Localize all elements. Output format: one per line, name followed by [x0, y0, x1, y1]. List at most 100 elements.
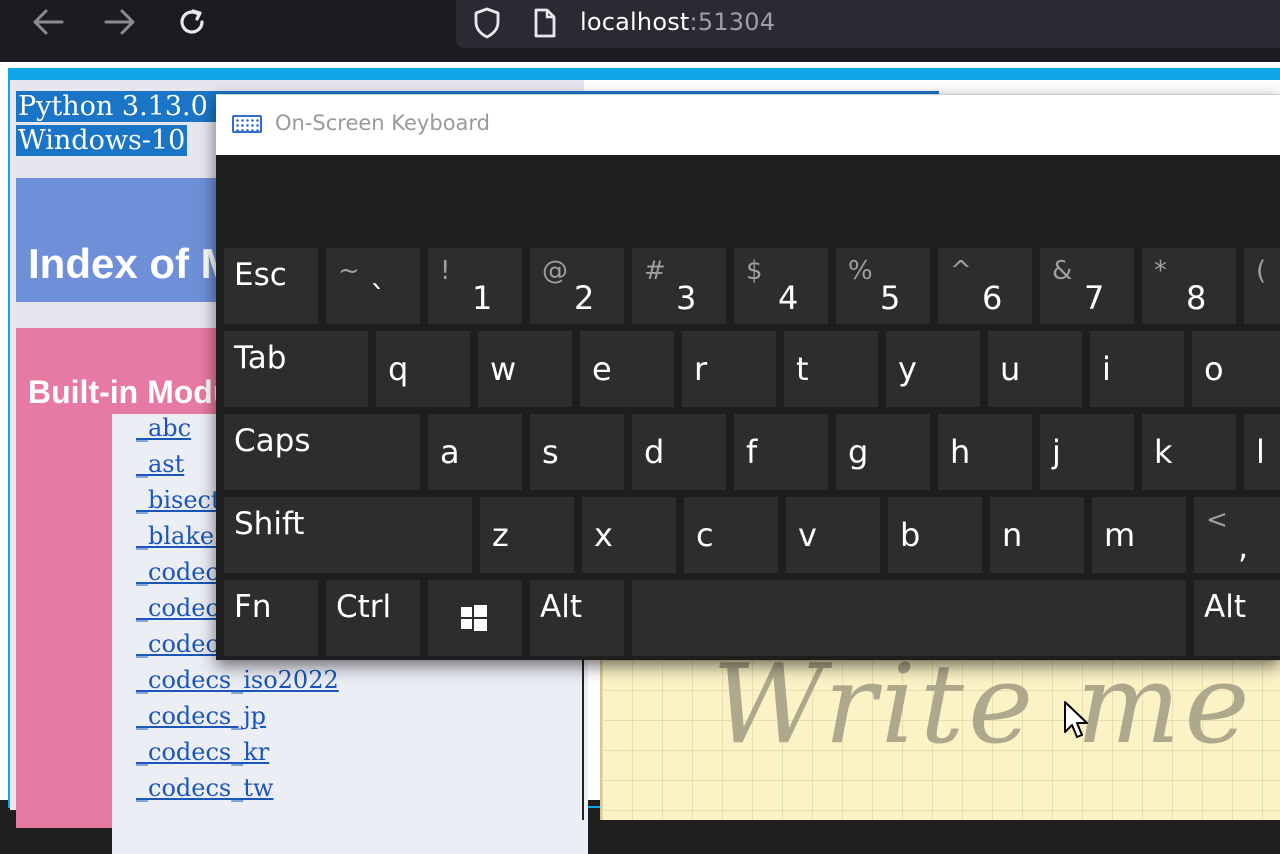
key-v-label: v: [798, 516, 817, 554]
key-fn-label: Fn: [234, 589, 272, 625]
key-y-label: y: [898, 350, 917, 388]
key-k-label: k: [1154, 433, 1173, 471]
key-alt-right[interactable]: Alt: [1194, 580, 1280, 656]
key-g[interactable]: g: [836, 414, 930, 490]
key-o[interactable]: o: [1192, 331, 1280, 407]
key-1[interactable]: ! 1: [428, 248, 522, 324]
key-tab[interactable]: Tab: [224, 331, 368, 407]
key-v[interactable]: v: [786, 497, 880, 573]
key-x-label: x: [594, 516, 613, 554]
key-shift[interactable]: Shift: [224, 497, 472, 573]
key-i[interactable]: i: [1090, 331, 1184, 407]
key-z-label: z: [492, 516, 509, 554]
key-esc[interactable]: Esc: [224, 248, 318, 324]
key-5-main-label: 5: [880, 279, 901, 317]
forward-arrow-icon[interactable]: [100, 4, 140, 40]
key-b[interactable]: b: [888, 497, 982, 573]
key-t[interactable]: t: [784, 331, 878, 407]
module-link-abc[interactable]: _abc: [136, 414, 191, 442]
key-4[interactable]: $4: [734, 248, 828, 324]
key-fn[interactable]: Fn: [224, 580, 318, 656]
windows-logo-icon: [460, 604, 488, 636]
key-e[interactable]: e: [580, 331, 674, 407]
key-alt[interactable]: Alt: [530, 580, 624, 656]
key-`-main-label: `: [370, 279, 386, 317]
key-m-label: m: [1104, 516, 1136, 554]
key-n[interactable]: n: [990, 497, 1084, 573]
key-`[interactable]: ~ `: [326, 248, 420, 324]
module-link-codecsjp[interactable]: _codecs_jp: [136, 702, 266, 730]
key-6[interactable]: ^ 6: [938, 248, 1032, 324]
module-link-codecsiso2022[interactable]: _codecs_iso2022: [136, 666, 339, 694]
key-h[interactable]: h: [938, 414, 1032, 490]
key-h-label: h: [950, 433, 971, 471]
key-d[interactable]: d: [632, 414, 726, 490]
handwriting-area[interactable]: Write me: [600, 640, 1280, 820]
module-link-bisect[interactable]: _bisect: [136, 486, 221, 514]
key-esc-label: Esc: [234, 257, 287, 293]
key-4-main-label: 4: [778, 279, 799, 317]
key-2[interactable]: @2: [530, 248, 624, 324]
url-host: localhost: [580, 8, 690, 36]
key-s[interactable]: s: [530, 414, 624, 490]
key-q[interactable]: q: [376, 331, 470, 407]
key-shift-label: Shift: [234, 506, 305, 542]
key-k[interactable]: k: [1142, 414, 1236, 490]
key-windows[interactable]: [428, 580, 522, 656]
key-o-label: o: [1204, 350, 1224, 388]
key-d-label: d: [644, 433, 665, 471]
key-m[interactable]: m: [1092, 497, 1186, 573]
key-s-label: s: [542, 433, 559, 471]
key-space[interactable]: [632, 580, 1186, 656]
key-`-shift-label: ~: [338, 256, 360, 286]
key-b-label: b: [900, 516, 921, 554]
key-u[interactable]: u: [988, 331, 1082, 407]
key-f[interactable]: f: [734, 414, 828, 490]
module-link-codecstw[interactable]: _codecs_tw: [136, 774, 273, 802]
key-5[interactable]: % 5: [836, 248, 930, 324]
page-icon[interactable]: [532, 7, 558, 43]
key-4-shift-label: $: [746, 256, 763, 286]
key-r[interactable]: r: [682, 331, 776, 407]
key-8[interactable]: * 8: [1142, 248, 1236, 324]
key-7[interactable]: & 7: [1040, 248, 1134, 324]
reload-icon[interactable]: [172, 4, 212, 40]
key-8-shift-label: *: [1154, 256, 1167, 286]
key-u-label: u: [1000, 350, 1021, 388]
key-y[interactable]: y: [886, 331, 980, 407]
key-c[interactable]: c: [684, 497, 778, 573]
key-j[interactable]: j: [1040, 414, 1134, 490]
module-link-codecskr[interactable]: _codecs_kr: [136, 738, 269, 766]
pane-divider: [582, 660, 584, 820]
shield-icon[interactable]: [472, 6, 502, 44]
key-x[interactable]: x: [582, 497, 676, 573]
key-caps[interactable]: Caps: [224, 414, 420, 490]
key-z[interactable]: z: [480, 497, 574, 573]
module-link-ast[interactable]: _ast: [136, 450, 184, 478]
key-3-main-label: 3: [676, 279, 697, 317]
key-ctrl[interactable]: Ctrl: [326, 580, 420, 656]
key-w[interactable]: w: [478, 331, 572, 407]
url-bar[interactable]: localhost:51304: [456, 0, 1280, 48]
on-screen-keyboard[interactable]: On-Screen Keyboard Esc ~ `! 1 @2 #3 $4% 5 ^ 6 & 7 * 8…: [216, 94, 1280, 660]
key-alt-label: Alt: [540, 589, 582, 625]
key-comma[interactable]: <,: [1194, 497, 1280, 573]
key-l[interactable]: l: [1244, 414, 1280, 490]
key-j-label: j: [1052, 433, 1061, 471]
key-3-shift-label: #: [644, 256, 666, 286]
banner-bar: [10, 70, 1280, 80]
osk-titlebar[interactable]: On-Screen Keyboard: [216, 94, 1280, 155]
key-a[interactable]: a: [428, 414, 522, 490]
url-text[interactable]: localhost:51304: [580, 8, 775, 36]
back-arrow-icon[interactable]: [28, 4, 68, 40]
key-i-label: i: [1102, 350, 1111, 388]
key-1-shift-label: !: [440, 256, 451, 286]
key-comma-main-label: ,: [1238, 528, 1249, 566]
key-3[interactable]: #3: [632, 248, 726, 324]
key-w-label: w: [490, 350, 517, 388]
key-tab-label: Tab: [234, 340, 287, 376]
key-comma-shift-label: <: [1206, 505, 1228, 535]
key-9[interactable]: (9: [1244, 248, 1280, 324]
key-a-label: a: [440, 433, 460, 471]
key-9-shift-label: (: [1256, 256, 1267, 286]
